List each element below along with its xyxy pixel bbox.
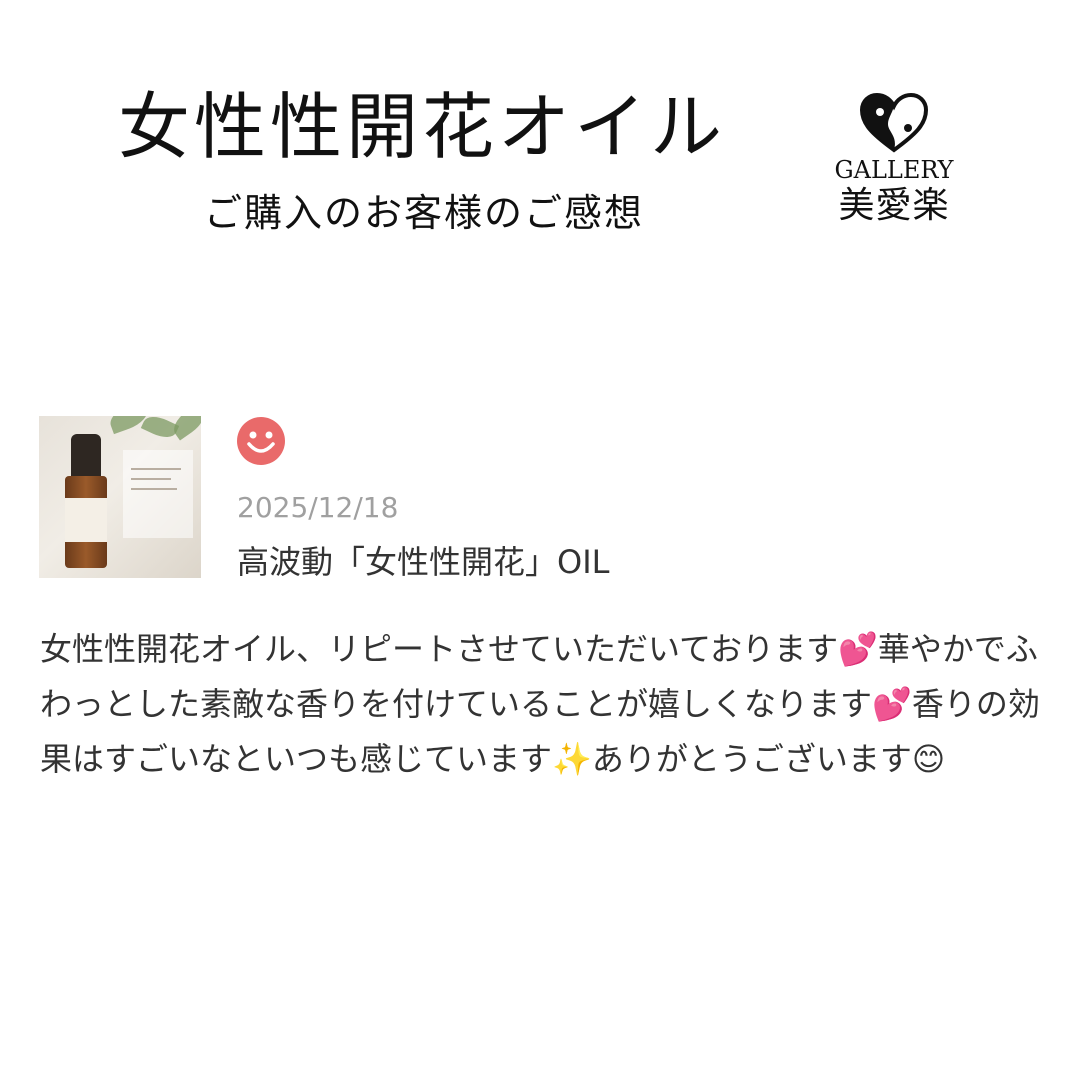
heart-yin-yang-icon [859,92,929,153]
product-thumbnail[interactable] [39,416,201,578]
logo-gallery-text: GALLERY [834,156,954,184]
review-date: 2025/12/18 [237,491,399,524]
smiley-face-icon [237,417,285,465]
page-title: 女性性開花オイル [118,85,727,169]
review-product-name: 高波動「女性性開花」OIL [237,543,610,581]
brand-logo: GALLERY 美愛楽 [826,92,962,228]
review-text: 女性性開花オイル、リピートさせていただいております💕華やかでふわっとした素敵な香… [40,630,1040,778]
page-subtitle: ご購入のお客様のご感想 [204,191,645,235]
logo-brand-name: 美愛楽 [838,185,950,226]
